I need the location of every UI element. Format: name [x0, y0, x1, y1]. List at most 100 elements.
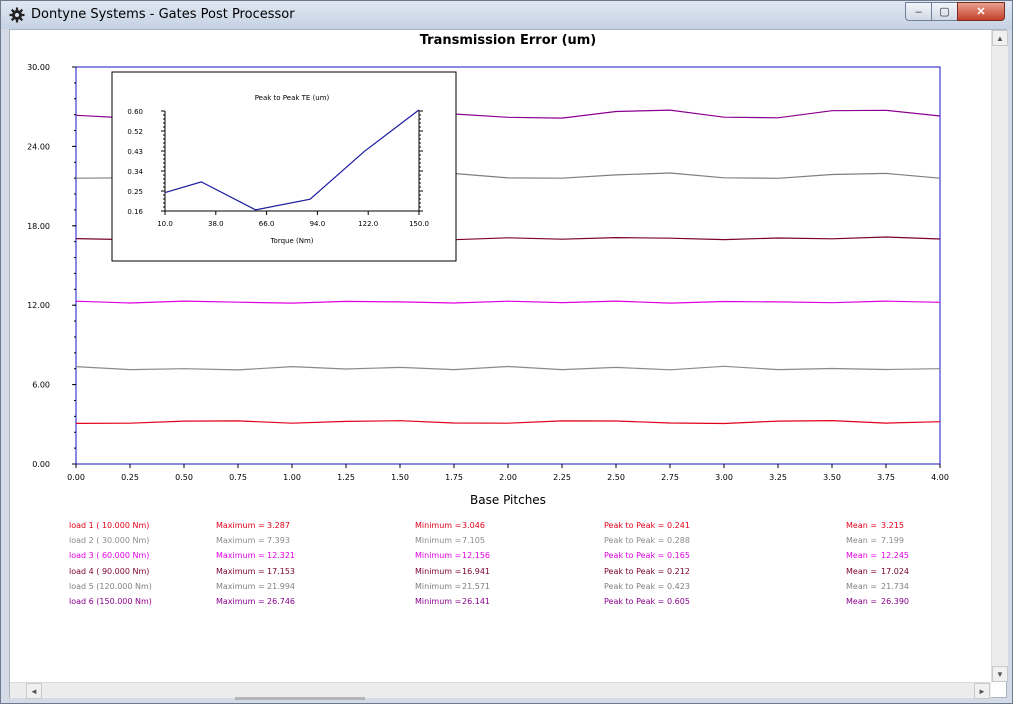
- main-chart-y-tick-label: 30.00: [27, 63, 50, 72]
- stats-p2p-value: 0.212: [667, 566, 690, 576]
- scroll-left-button[interactable]: ◄: [26, 683, 42, 699]
- main-chart-x-tick-label: 4.00: [931, 473, 949, 482]
- stats-mean-label: Mean =: [846, 581, 878, 591]
- stats-mean-label: Mean =: [846, 521, 878, 530]
- window-title: Dontyne Systems - Gates Post Processor: [31, 7, 295, 22]
- stats-minimum-value: 26.141: [462, 597, 490, 606]
- inset-chart-x-tick-label: 122.0: [358, 220, 378, 228]
- main-chart-x-tick-label: 2.25: [553, 473, 571, 482]
- minimize-button[interactable]: ‒: [905, 2, 932, 21]
- stats-p2p-label: Peak to Peak =: [604, 536, 665, 546]
- stats-p2p-value: 0.241: [667, 521, 690, 530]
- stats-minimum-value: 7.105: [462, 536, 485, 546]
- main-chart-x-tick-label: 2.75: [661, 473, 679, 482]
- stats-load-label: load 6 (150.000 Nm): [69, 597, 152, 606]
- stats-load-label: load 1 ( 10.000 Nm): [69, 521, 150, 530]
- gear-icon[interactable]: [9, 7, 25, 23]
- stats-p2p-label: Peak to Peak =: [604, 521, 665, 530]
- inset-chart-x-tick-label: 94.0: [310, 220, 326, 228]
- main-chart-x-tick-label: 1.25: [337, 473, 355, 482]
- stats-load-label: load 4 ( 90.000 Nm): [69, 566, 150, 576]
- scroll-up-button[interactable]: ▲: [992, 30, 1008, 46]
- inset-chart-y-tick-label: 0.16: [127, 208, 143, 216]
- main-chart-series-line-3: [75, 300, 941, 304]
- stats-maximum-value: 21.994: [267, 581, 295, 591]
- stats-minimum-label: Minimum =: [415, 536, 462, 546]
- main-chart-x-tick-label: 1.50: [391, 473, 409, 482]
- stats-mean-value: 17.024: [881, 566, 909, 576]
- stats-row: load 6 (150.000 Nm) Maximum = 26.746 Minimu…: [69, 597, 969, 611]
- inset-chart-x-tick-label: 66.0: [259, 220, 275, 228]
- stats-maximum-label: Maximum =: [216, 597, 265, 606]
- inset-chart-x-tick-label: 10.0: [157, 220, 173, 228]
- scroll-right-button[interactable]: ►: [974, 683, 990, 699]
- inset-chart-y-tick-label: 0.52: [127, 128, 143, 136]
- stats-maximum-label: Maximum =: [216, 536, 265, 546]
- inset-chart-x-axis-label: Torque (Nm): [269, 237, 313, 245]
- stats-maximum-value: 12.321: [267, 551, 295, 561]
- main-chart-series-line-1: [75, 419, 941, 425]
- close-button[interactable]: ✕: [957, 2, 1005, 21]
- stats-maximum-value: 3.287: [267, 521, 290, 530]
- stats-p2p-label: Peak to Peak =: [604, 581, 665, 591]
- stats-maximum-value: 7.393: [267, 536, 290, 546]
- stats-row: load 5 (120.000 Nm) Maximum = 21.994 Minimu…: [69, 582, 969, 596]
- stats-mean-label: Mean =: [846, 551, 878, 561]
- stats-row: load 4 ( 90.000 Nm) Maximum = 17.153 Minimu…: [69, 567, 969, 581]
- main-chart-x-tick-label: 3.75: [877, 473, 895, 482]
- stats-maximum-value: 26.746: [267, 597, 295, 606]
- stats-minimum-value: 16.941: [462, 566, 490, 576]
- stats-mean-value: 3.215: [881, 521, 904, 530]
- main-chart-x-tick-label: 3.25: [769, 473, 787, 482]
- inset-chart-y-tick-label: 0.34: [127, 168, 143, 176]
- stats-minimum-label: Minimum =: [415, 551, 462, 561]
- stats-minimum-label: Minimum =: [415, 597, 462, 606]
- stats-p2p-value: 0.605: [667, 597, 690, 606]
- stats-row: load 1 ( 10.000 Nm) Maximum = 3.287 Minimum…: [69, 521, 969, 535]
- scroll-down-button[interactable]: ▼: [992, 666, 1008, 682]
- title-bar[interactable]: Dontyne Systems - Gates Post Processor ‒…: [1, 1, 1012, 29]
- main-chart-series-line-2: [75, 365, 941, 371]
- main-chart-title: Transmission Error (um): [420, 33, 597, 48]
- te-chart: Transmission Error (um) 0.00 0.25 0.50 0.75 1…: [27, 33, 949, 507]
- stats-minimum-value: 12.156: [462, 551, 490, 561]
- stats-minimum-value: 21.571: [462, 581, 490, 591]
- stats-row: load 2 ( 30.000 Nm) Maximum = 7.393 Minimum…: [69, 536, 969, 550]
- document-area: Transmission Error (um) 0.00 0.25 0.50 0.75 1…: [9, 29, 1008, 700]
- horizontal-scrollbar[interactable]: ◄ ►: [10, 682, 991, 700]
- main-chart-y-tick-label: 12.00: [27, 301, 50, 310]
- stats-maximum-value: 17.153: [267, 566, 295, 576]
- stats-minimum-label: Minimum =: [415, 521, 462, 530]
- vertical-scrollbar[interactable]: ▲ ▼: [991, 30, 1008, 682]
- inset-chart-y-tick-label: 0.43: [127, 148, 143, 156]
- stats-mean-value: 7.199: [881, 536, 904, 546]
- main-chart-y-tick-label: 6.00: [32, 381, 50, 390]
- stats-row: load 3 ( 60.000 Nm) Maximum = 12.321 Minimu…: [69, 551, 969, 565]
- main-chart-y-tick-label: 18.00: [27, 222, 50, 231]
- stats-maximum-label: Maximum =: [216, 581, 265, 591]
- main-chart-x-tick-label: 1.75: [445, 473, 463, 482]
- stats-maximum-label: Maximum =: [216, 521, 265, 530]
- stats-p2p-value: 0.288: [667, 536, 690, 546]
- stats-minimum-label: Minimum =: [415, 566, 462, 576]
- stats-p2p-value: 0.423: [667, 581, 690, 591]
- stats-load-label: load 2 ( 30.000 Nm): [69, 536, 150, 546]
- inset-chart-x-tick-label: 150.0: [409, 220, 429, 228]
- stats-load-label: load 3 ( 60.000 Nm): [69, 551, 150, 561]
- horizontal-scroll-thumb[interactable]: [235, 697, 365, 700]
- inset-chart-y-tick-label: 0.60: [127, 108, 143, 116]
- stats-mean-value: 26.390: [881, 597, 909, 606]
- stats-maximum-label: Maximum =: [216, 566, 265, 576]
- main-chart-y-tick-label: 0.00: [32, 460, 50, 469]
- main-chart-x-tick-label: 2.50: [607, 473, 625, 482]
- maximize-button[interactable]: ▢: [931, 2, 958, 21]
- stats-p2p-value: 0.165: [667, 551, 690, 561]
- stats-mean-label: Mean =: [846, 597, 878, 606]
- inset-chart-y-tick-label: 0.25: [127, 188, 143, 196]
- stats-p2p-label: Peak to Peak =: [604, 551, 665, 561]
- main-chart-x-tick-label: 3.00: [715, 473, 733, 482]
- main-chart-x-tick-label: 0.50: [175, 473, 193, 482]
- main-chart-x-tick-label: 0.00: [67, 473, 85, 482]
- stats-minimum-label: Minimum =: [415, 581, 462, 591]
- stats-p2p-label: Peak to Peak =: [604, 566, 665, 576]
